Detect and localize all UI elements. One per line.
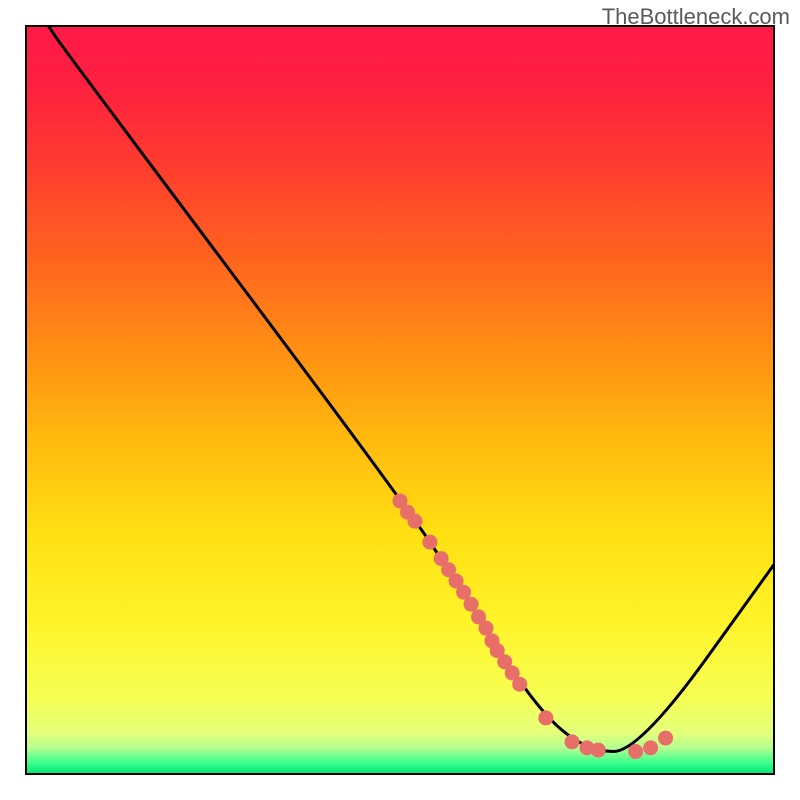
data-marker xyxy=(591,743,606,758)
data-marker xyxy=(565,734,580,749)
chart-container: TheBottleneck.com xyxy=(0,0,800,800)
data-marker xyxy=(407,514,422,529)
data-marker xyxy=(512,677,527,692)
bottleneck-chart xyxy=(0,0,800,800)
data-marker xyxy=(422,535,437,550)
watermark-text: TheBottleneck.com xyxy=(602,4,790,30)
data-marker xyxy=(538,710,553,725)
plot-background xyxy=(26,26,774,774)
data-marker xyxy=(464,597,479,612)
data-marker xyxy=(479,621,494,636)
data-marker xyxy=(643,740,658,755)
data-marker xyxy=(658,731,673,746)
data-marker xyxy=(628,744,643,759)
